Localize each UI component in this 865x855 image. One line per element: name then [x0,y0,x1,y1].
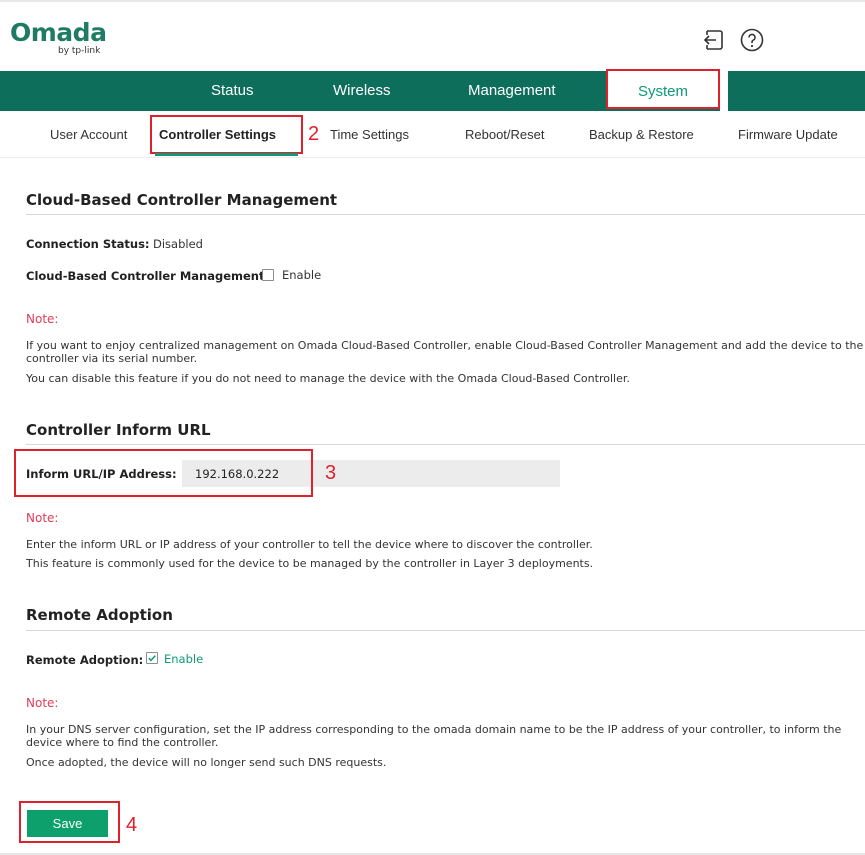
nav-status[interactable]: Status [211,71,254,111]
inform-note-label: Note: [26,511,59,525]
tab-user-account[interactable]: User Account [50,127,127,142]
callout-4: 4 [126,814,138,836]
connection-status-value: Disabled [153,237,203,251]
remote-adoption-checkbox[interactable] [146,652,158,664]
remote-adoption-enable-label[interactable]: Enable [164,652,203,666]
remote-note-label: Note: [26,696,59,710]
section-title-cloud: Cloud-Based Controller Management [26,191,338,209]
tab-reboot-reset[interactable]: Reboot/Reset [465,127,545,142]
cloud-management-enable-label[interactable]: Enable [282,268,321,282]
main-nav: Status Wireless Management [0,71,865,111]
section-divider [26,630,865,631]
nav-system-label: System [637,83,688,100]
inform-note-text: Enter the inform URL or IP address of yo… [26,538,593,551]
remote-note-text-2: Once adopted, the device will no longer … [26,756,387,769]
nav-wireless[interactable]: Wireless [333,71,391,111]
cloud-management-checkbox[interactable] [262,269,274,281]
tab-controller-settings-label: Controller Settings [159,127,277,142]
logo-subtitle: by tp-link [58,46,101,56]
omada-logo: Omada by tp-link [10,18,107,57]
checkmark-icon [148,655,156,662]
nav-system[interactable]: System [606,69,720,109]
remote-note-text: In your DNS server configuration, set th… [26,723,842,749]
logout-icon[interactable] [701,28,725,52]
callout-2: 2 [308,123,320,145]
remote-adoption-label: Remote Adoption: [26,653,144,667]
cloud-note-text-2: You can disable this feature if you do n… [26,372,630,385]
section-divider [26,444,865,445]
sub-nav: User Account Time Settings Reboot/Reset … [0,111,865,157]
content-area [0,157,865,855]
section-title-inform: Controller Inform URL [26,421,211,439]
annotation-box-3 [14,449,313,497]
connection-status-label: Connection Status: [26,237,150,251]
nav-divider [720,71,728,111]
cloud-management-label: Cloud-Based Controller Management: [26,269,270,283]
tab-time-settings[interactable]: Time Settings [330,127,409,142]
save-button[interactable]: Save [27,810,108,837]
section-title-remote: Remote Adoption [26,606,173,624]
inform-note-text-2: This feature is commonly used for the de… [26,557,594,570]
app-header: Omada by tp-link [0,0,865,71]
callout-3: 3 [325,462,337,484]
help-icon[interactable] [740,28,764,52]
cloud-note-text: If you want to enjoy centralized managem… [26,339,864,365]
tab-firmware-update[interactable]: Firmware Update [738,127,838,142]
section-divider [26,214,865,215]
tab-backup-restore[interactable]: Backup & Restore [589,127,694,142]
cloud-note-label: Note: [26,312,59,326]
nav-management[interactable]: Management [468,71,556,111]
active-tab-indicator [155,153,298,156]
logo-wordmark: Omada [10,18,107,47]
